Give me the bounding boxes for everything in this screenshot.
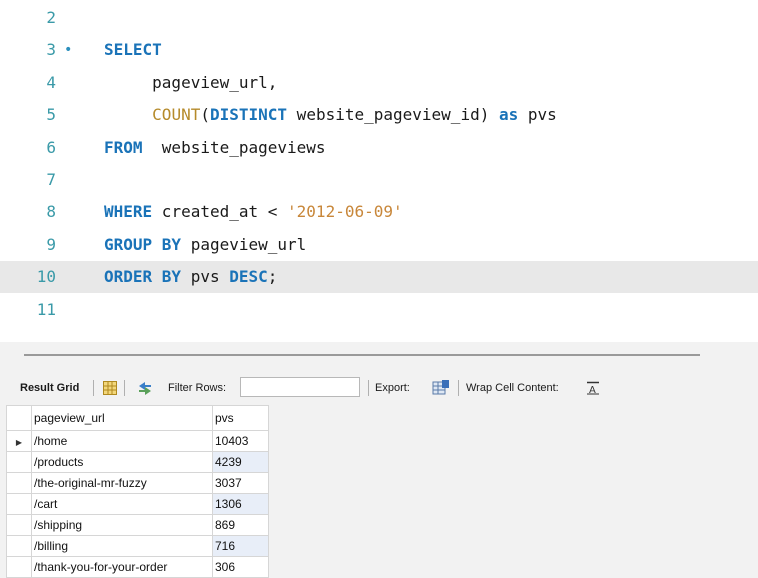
sql-keyword: SELECT — [104, 40, 162, 60]
code-line[interactable]: 11 — [0, 294, 758, 326]
code-text: FROM website_pageviews — [104, 132, 326, 164]
cell-pvs[interactable]: 4239 — [212, 451, 269, 473]
sql-token: pvs — [518, 105, 557, 125]
cell-pvs[interactable]: 1306 — [212, 493, 269, 515]
table-row[interactable]: /cart 1306 — [6, 493, 269, 515]
sql-string: '2012-06-09' — [287, 202, 403, 222]
cell-pageview-url[interactable]: /the-original-mr-fuzzy — [31, 472, 213, 494]
code-line[interactable]: 2 — [0, 2, 758, 34]
sql-keyword: ORDER BY — [104, 267, 182, 287]
row-selector[interactable] — [6, 451, 32, 473]
export-icon[interactable] — [432, 379, 450, 397]
grid-icon[interactable] — [103, 381, 117, 395]
sql-keyword: GROUP BY — [104, 234, 182, 254]
sql-keyword: DESC — [229, 267, 268, 287]
line-number: 6 — [46, 137, 56, 157]
code-line[interactable]: 9 GROUP BY pageview_url — [0, 229, 758, 261]
table-row[interactable]: /products 4239 — [6, 451, 269, 473]
sql-keyword: DISTINCT — [209, 105, 288, 125]
wrap-cell-content-label: Wrap Cell Content: — [466, 382, 559, 394]
table-row[interactable]: /shipping 869 — [6, 514, 269, 536]
code-text: ORDER BY pvs DESC; — [104, 261, 277, 293]
cell-pvs[interactable]: 869 — [212, 514, 269, 536]
code-text: GROUP BY pageview_url — [104, 229, 306, 261]
toolbar-separator — [458, 380, 459, 396]
sql-token: website_pageview_id) — [287, 105, 499, 125]
result-toolbar: Result Grid Filter Rows: Export: Wrap Ce… — [0, 375, 758, 401]
code-line[interactable]: 5 COUNT(DISTINCT website_pageview_id) as… — [0, 99, 758, 131]
sql-token: pageview_url — [181, 234, 307, 254]
sql-token: pageview_url, — [104, 72, 278, 92]
column-header-pvs[interactable]: pvs — [212, 405, 269, 431]
table-row[interactable]: ▶ /home 10403 — [6, 430, 269, 452]
code-line[interactable]: 7 — [0, 164, 758, 196]
row-selector[interactable] — [6, 472, 32, 494]
line-number: 11 — [36, 299, 56, 319]
refresh-icon[interactable] — [136, 380, 154, 396]
line-number: 8 — [46, 202, 56, 222]
cell-pageview-url[interactable]: /products — [31, 451, 213, 473]
sql-editor[interactable]: 2 3 • SELECT 4 pageview_url, 5 COUNT(DISTINCT… — [0, 0, 758, 342]
code-line[interactable]: 4 pageview_url, — [0, 67, 758, 99]
filter-rows-input[interactable] — [240, 377, 360, 397]
export-label: Export: — [375, 382, 410, 394]
table-row[interactable]: /thank-you-for-your-order 306 — [6, 556, 269, 578]
panel-splitter[interactable] — [24, 354, 700, 356]
row-selector-header — [6, 405, 32, 431]
line-number: 5 — [46, 105, 56, 125]
table-row[interactable]: /billing 716 — [6, 535, 269, 557]
line-number: 3 — [46, 40, 56, 60]
code-line[interactable]: 6 FROM website_pageviews — [0, 132, 758, 164]
cell-pageview-url[interactable]: /shipping — [31, 514, 213, 536]
cell-pvs[interactable]: 3037 — [212, 472, 269, 494]
column-header-pageview-url[interactable]: pageview_url — [31, 405, 213, 431]
cell-pvs[interactable]: 10403 — [212, 430, 269, 452]
statement-marker-icon: • — [64, 42, 73, 59]
code-text: pageview_url, — [104, 67, 277, 99]
cell-pageview-url[interactable]: /home — [31, 430, 213, 452]
row-selector[interactable]: ▶ — [6, 430, 32, 452]
sql-token: website_pageviews — [142, 137, 326, 157]
toolbar-separator — [124, 380, 125, 396]
toolbar-separator — [368, 380, 369, 396]
line-number: 9 — [46, 234, 56, 254]
wrap-icon[interactable]: A — [586, 381, 600, 395]
row-selector[interactable] — [6, 493, 32, 515]
grid-header-row: pageview_url pvs — [6, 405, 269, 431]
cell-pvs[interactable]: 716 — [212, 535, 269, 557]
row-selector[interactable] — [6, 535, 32, 557]
code-text: COUNT(DISTINCT website_pageview_id) as p… — [104, 99, 557, 131]
sql-keyword: as — [498, 105, 519, 125]
code-line[interactable]: 8 WHERE created_at < '2012-06-09' — [0, 196, 758, 228]
cell-pageview-url[interactable]: /cart — [31, 493, 213, 515]
cell-pvs[interactable]: 306 — [212, 556, 269, 578]
cell-pageview-url[interactable]: /billing — [31, 535, 213, 557]
row-selector[interactable] — [6, 514, 32, 536]
filter-rows-label: Filter Rows: — [168, 382, 227, 394]
code-line[interactable]: 10 ORDER BY pvs DESC; — [0, 261, 758, 294]
current-row-arrow-icon: ▶ — [15, 438, 23, 447]
sql-keyword: FROM — [104, 137, 143, 157]
line-number: 10 — [36, 267, 56, 287]
table-row[interactable]: /the-original-mr-fuzzy 3037 — [6, 472, 269, 494]
sql-token: pvs — [181, 267, 230, 287]
sql-function: COUNT — [152, 105, 201, 125]
result-grid[interactable]: pageview_url pvs ▶ /home 10403/products 423… — [6, 405, 269, 578]
line-number: 4 — [46, 72, 56, 92]
sql-keyword: WHERE — [104, 202, 153, 222]
line-number: 7 — [46, 170, 56, 189]
sql-token: ; — [267, 267, 278, 287]
code-text: SELECT — [104, 34, 162, 66]
line-number: 2 — [46, 8, 56, 27]
code-line[interactable]: 3 • SELECT — [0, 34, 758, 66]
cell-pageview-url[interactable]: /thank-you-for-your-order — [31, 556, 213, 578]
sql-token: ( — [200, 105, 210, 125]
result-grid-tab[interactable]: Result Grid — [20, 375, 79, 401]
code-text: WHERE created_at < '2012-06-09' — [104, 196, 403, 228]
toolbar-separator — [93, 380, 94, 396]
sql-token: created_at < — [152, 202, 288, 222]
row-selector[interactable] — [6, 556, 32, 578]
